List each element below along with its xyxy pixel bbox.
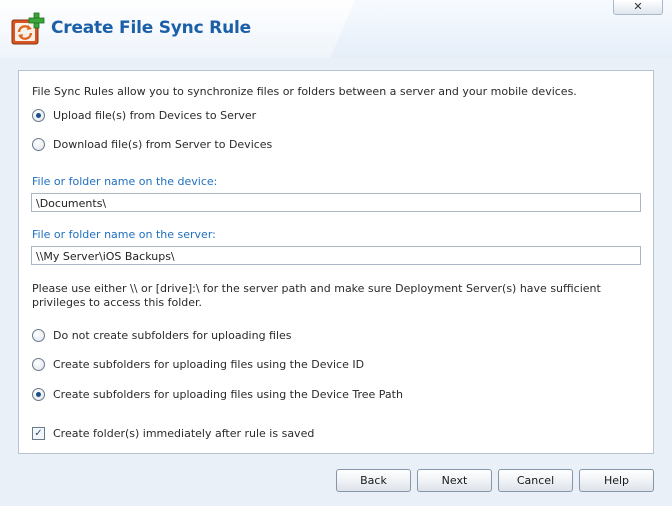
cancel-button[interactable]: Cancel <box>498 469 573 492</box>
server-path-input[interactable]: \\My Server\iOS Backups\ <box>31 246 641 265</box>
help-button[interactable]: Help <box>579 469 654 492</box>
radio-subfolders-device-id-control[interactable] <box>32 357 45 371</box>
device-path-label: File or folder name on the device: <box>32 175 218 188</box>
title-bar: Create File Sync Rule ✕ <box>0 0 672 58</box>
radio-subfolders-device-id-label: Create subfolders for uploading files us… <box>53 357 365 371</box>
radio-subfolders-tree-path-control[interactable] <box>32 387 45 401</box>
back-button[interactable]: Back <box>336 469 411 492</box>
radio-download-label: Download file(s) from Server to Devices <box>53 137 273 151</box>
device-path-input[interactable]: \Documents\ <box>31 193 641 212</box>
server-path-label: File or folder name on the server: <box>32 228 216 241</box>
radio-no-subfolders[interactable]: Do not create subfolders for uploading f… <box>32 327 292 343</box>
radio-subfolders-tree-path-label: Create subfolders for uploading files us… <box>53 387 403 401</box>
next-button[interactable]: Next <box>417 469 492 492</box>
create-immediately-checkbox-row[interactable]: ✓ Create folder(s) immediately after rul… <box>32 425 314 441</box>
rule-settings-panel: File Sync Rules allow you to synchronize… <box>18 70 654 454</box>
close-button[interactable]: ✕ <box>613 0 663 15</box>
radio-subfolders-device-id[interactable]: Create subfolders for uploading files us… <box>32 356 364 372</box>
file-sync-add-icon <box>11 12 45 45</box>
dialog-title: Create File Sync Rule <box>51 18 251 38</box>
radio-download-control[interactable] <box>32 137 45 151</box>
radio-no-subfolders-label: Do not create subfolders for uploading f… <box>53 328 292 342</box>
create-immediately-checkbox[interactable]: ✓ <box>32 426 45 440</box>
radio-subfolders-tree-path[interactable]: Create subfolders for uploading files us… <box>32 386 403 402</box>
rule-description: File Sync Rules allow you to synchronize… <box>32 85 577 98</box>
radio-upload-label: Upload file(s) from Devices to Server <box>53 108 257 122</box>
radio-download[interactable]: Download file(s) from Server to Devices <box>32 136 272 152</box>
radio-upload-control[interactable] <box>32 108 45 122</box>
server-path-note: Please use either \\ or [drive]:\ for th… <box>32 282 601 309</box>
create-immediately-label: Create folder(s) immediately after rule … <box>53 426 315 440</box>
radio-no-subfolders-control[interactable] <box>32 328 45 342</box>
radio-upload[interactable]: Upload file(s) from Devices to Server <box>32 107 256 123</box>
